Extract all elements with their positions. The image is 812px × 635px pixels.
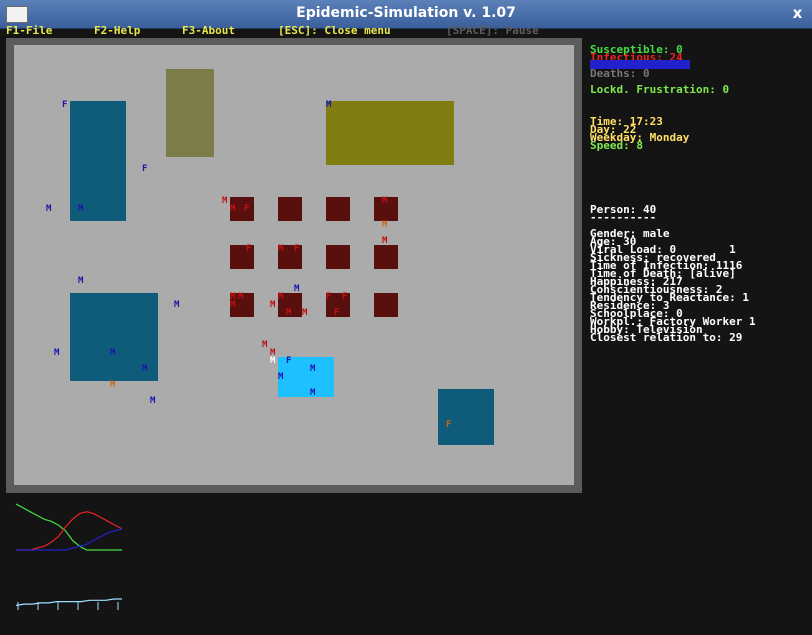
- person-marker[interactable]: M: [302, 309, 307, 318]
- house-building[interactable]: [166, 69, 214, 157]
- menu-file[interactable]: F1-File: [6, 25, 52, 37]
- person-marker[interactable]: F: [142, 165, 147, 174]
- person-marker[interactable]: F: [326, 293, 331, 302]
- chart-series-line: [15, 503, 122, 551]
- person-marker[interactable]: M: [262, 341, 267, 350]
- person-marker[interactable]: M: [294, 285, 299, 294]
- person-marker[interactable]: F: [334, 309, 339, 318]
- person-marker[interactable]: F: [286, 357, 291, 366]
- workplace-building[interactable]: [326, 245, 350, 269]
- person-marker[interactable]: F: [342, 293, 347, 302]
- menu-close-menu[interactable]: [ESC]: Close menu: [278, 25, 391, 37]
- window-title: Epidemic-Simulation v. 1.07: [296, 5, 516, 21]
- workplace-building[interactable]: [374, 293, 398, 317]
- person-marker[interactable]: M: [78, 205, 83, 214]
- epidemic-curve-chart: [15, 503, 123, 551]
- menu-about[interactable]: F3-About: [182, 25, 235, 37]
- person-marker[interactable]: F: [246, 245, 251, 254]
- happiness-trend-chart: [15, 598, 122, 610]
- menu-bar: F1-File F2-Help F3-About [ESC]: Close me…: [0, 25, 812, 38]
- person-marker[interactable]: F: [244, 205, 249, 214]
- person-marker[interactable]: M: [278, 245, 283, 254]
- person-header-underline: ----------: [590, 211, 657, 224]
- person-marker[interactable]: M: [54, 349, 59, 358]
- person-marker[interactable]: M: [142, 365, 147, 374]
- person-marker[interactable]: F: [62, 101, 67, 110]
- person-marker[interactable]: M: [110, 349, 115, 358]
- person-marker[interactable]: M: [310, 389, 315, 398]
- simulation-map[interactable]: F F M M M M M M M M M M M M M F M M F M …: [14, 45, 574, 485]
- workplace-building[interactable]: [278, 197, 302, 221]
- status-panel: Susceptible: 0 Infectious: 24 Deaths: 0 …: [590, 40, 812, 440]
- person-marker[interactable]: M: [150, 397, 155, 406]
- person-marker[interactable]: F: [294, 245, 299, 254]
- menu-help[interactable]: F2-Help: [94, 25, 140, 37]
- person-marker[interactable]: M: [110, 381, 115, 390]
- workplace-building[interactable]: [374, 245, 398, 269]
- house-building[interactable]: [70, 101, 126, 221]
- person-marker[interactable]: M: [382, 221, 387, 230]
- person-marker[interactable]: M: [278, 373, 283, 382]
- person-marker[interactable]: M: [230, 205, 235, 214]
- person-marker[interactable]: F: [446, 421, 451, 430]
- person-marker[interactable]: M: [310, 365, 315, 374]
- lockdown-frustration: Lockd. Frustration: 0: [590, 83, 730, 96]
- menu-pause[interactable]: [SPACE]: Pause: [446, 25, 539, 37]
- deaths-count: Deaths: 0: [590, 67, 650, 80]
- person-marker[interactable]: M: [174, 301, 179, 310]
- person-marker[interactable]: M: [382, 237, 387, 246]
- person-marker[interactable]: M: [238, 293, 243, 302]
- chart-series-line: [15, 598, 122, 606]
- chart-series-line: [16, 511, 123, 551]
- workplace-building[interactable]: [326, 197, 350, 221]
- school-building[interactable]: [326, 101, 454, 165]
- person-marker[interactable]: M: [222, 197, 227, 206]
- person-marker[interactable]: M: [46, 205, 51, 214]
- close-window-button[interactable]: x: [789, 5, 806, 22]
- person-marker[interactable]: M: [230, 301, 235, 310]
- person-marker[interactable]: M: [382, 197, 387, 206]
- person-marker[interactable]: M: [286, 309, 291, 318]
- house-building[interactable]: [438, 389, 494, 445]
- person-marker[interactable]: M: [270, 301, 275, 310]
- chart-series-line: [16, 528, 123, 551]
- person-marker[interactable]: M: [78, 277, 83, 286]
- sim-speed: Speed: 8: [590, 139, 643, 152]
- selected-person-marker[interactable]: M: [270, 357, 275, 366]
- person-marker[interactable]: M: [326, 101, 331, 110]
- person-marker[interactable]: M: [278, 293, 283, 302]
- person-closest-relation: Closest relation to: 29: [590, 331, 743, 344]
